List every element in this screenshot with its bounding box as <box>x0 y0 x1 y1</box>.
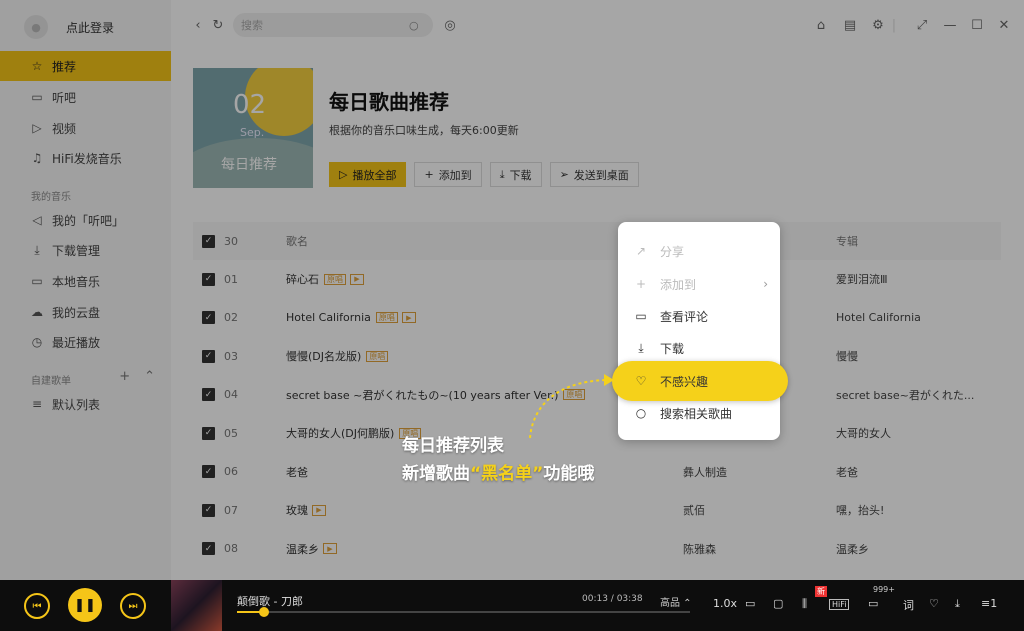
search-icon: ○ <box>635 406 647 420</box>
new-badge: 新 <box>815 586 827 597</box>
chevron-right-icon: › <box>763 277 768 291</box>
menu-label: 搜索相关歌曲 <box>660 406 733 421</box>
menu-item-download[interactable]: ⤓ 下载 <box>618 333 780 363</box>
plus-icon: + <box>635 277 647 291</box>
speed-control[interactable]: 1.0x <box>713 597 737 610</box>
screen-icon[interactable]: ▭ <box>745 597 755 610</box>
now-playing-title[interactable]: 颠倒歌 - 刀郎 <box>237 593 303 609</box>
broken-heart-icon: ♡ <box>635 374 647 388</box>
comment-icon[interactable]: ▭ <box>868 597 878 610</box>
menu-label: 分享 <box>660 244 685 259</box>
menu-item-comments[interactable]: ▭ 查看评论 <box>618 301 780 331</box>
menu-label: 添加到 <box>660 277 697 292</box>
equalizer-icon[interactable]: ⫼ <box>802 597 807 611</box>
menu-label: 不感兴趣 <box>660 374 709 389</box>
progress-knob[interactable] <box>259 607 270 617</box>
play-time: 00:13 / 03:38 <box>582 594 643 604</box>
album-art[interactable] <box>171 580 222 631</box>
player-bar: ⏮ ❚❚ ⏭ 颠倒歌 - 刀郎 00:13 / 03:38 高品 ⌃ 1.0x … <box>0 580 1024 631</box>
pause-button[interactable]: ❚❚ <box>68 588 102 622</box>
menu-item-search-related[interactable]: ○ 搜索相关歌曲 <box>618 398 780 428</box>
comment-count: 999+ <box>873 585 895 594</box>
menu-item-add-to[interactable]: + 添加到 › <box>618 269 780 299</box>
context-menu: ↗ 分享 + 添加到 › ▭ 查看评论 ⤓ 下载 ○ 搜索相关歌曲 <box>618 222 780 440</box>
hifi-toggle[interactable]: HiFi <box>829 599 850 610</box>
annotation-pre: 新增歌曲 <box>402 464 470 484</box>
annotation-line1: 每日推荐列表 <box>402 436 504 456</box>
quality-label: 高品 <box>660 598 680 609</box>
annotation-line2: 新增歌曲“黑名单”功能哦 <box>402 460 594 488</box>
next-track-icon[interactable]: ⏭ <box>120 593 146 619</box>
comment-icon: ▭ <box>635 309 647 323</box>
annotation-text: 每日推荐列表 新增歌曲“黑名单”功能哦 <box>402 432 594 488</box>
menu-label: 下载 <box>660 341 685 356</box>
prev-track-icon[interactable]: ⏮ <box>24 593 50 619</box>
progress-bar[interactable] <box>237 607 690 617</box>
playlist-count-icon[interactable]: ≡1 <box>981 597 997 610</box>
download-icon: ⤓ <box>638 340 644 355</box>
annotation-post: 功能哦 <box>543 464 595 484</box>
like-icon[interactable]: ♡ <box>929 597 939 610</box>
menu-item-share[interactable]: ↗ 分享 <box>618 236 780 266</box>
annotation-highlight: “黑名单” <box>470 464 544 484</box>
desktop-lyrics-icon[interactable]: ▢ <box>773 597 783 610</box>
quality-select[interactable]: 高品 ⌃ <box>660 594 692 609</box>
lyrics-icon[interactable]: 词 <box>903 597 914 613</box>
download-icon[interactable]: ⤓ <box>955 597 960 611</box>
menu-label: 查看评论 <box>660 309 709 324</box>
menu-item-not-interested[interactable]: ♡ 不感兴趣 <box>612 361 788 401</box>
dim-overlay <box>0 0 1024 580</box>
share-icon: ↗ <box>635 244 647 258</box>
